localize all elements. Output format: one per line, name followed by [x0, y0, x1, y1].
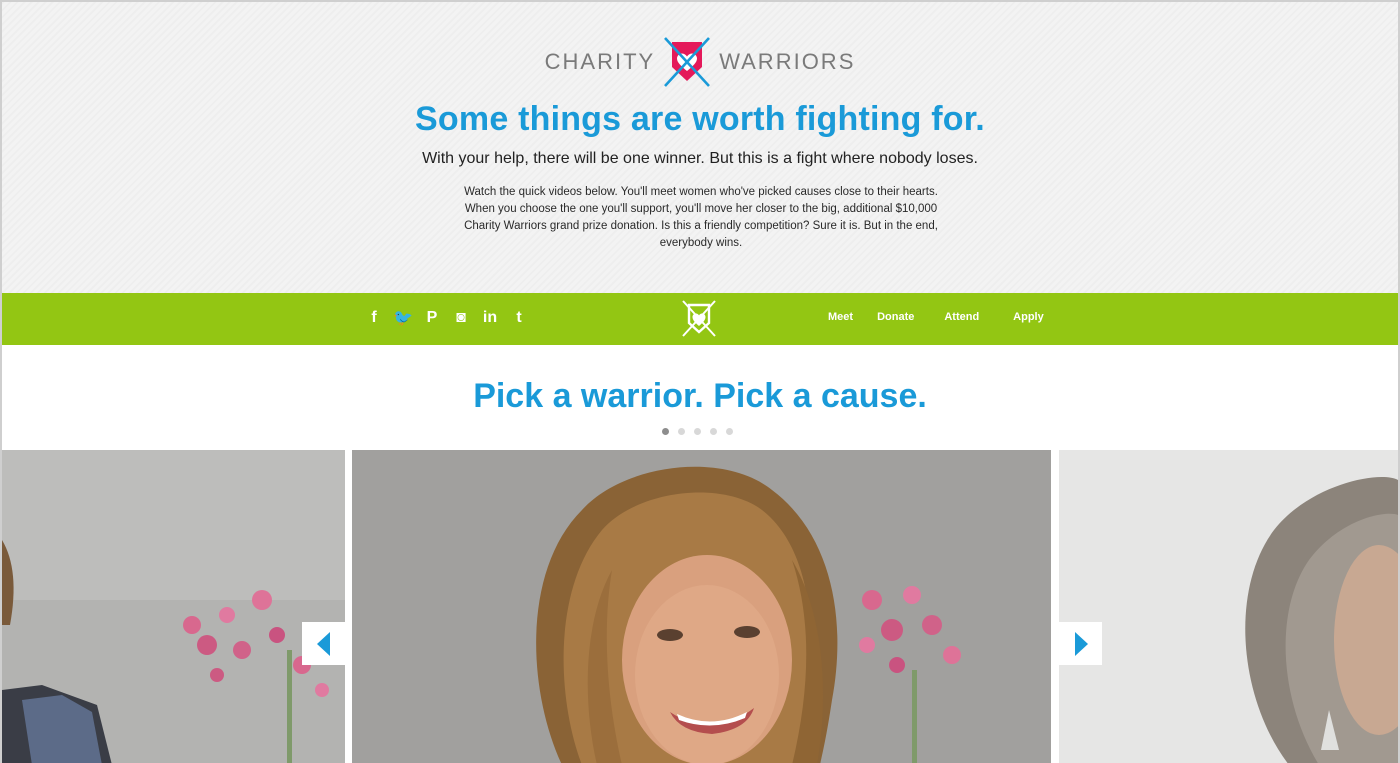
tumblr-icon[interactable]: t — [509, 307, 529, 329]
nav-link-donate[interactable]: Donate — [877, 311, 914, 323]
carousel-dot[interactable] — [710, 428, 717, 435]
main-navbar: f 🐦 P ◙ in t Meet Donate Attend Apply — [2, 293, 1398, 345]
page-frame: CHARITY WARRIORS Some things are worth f… — [0, 0, 1400, 763]
warrior-photo-current — [352, 450, 1051, 763]
chevron-left-icon — [316, 631, 330, 656]
hero-section: CHARITY WARRIORS Some things are worth f… — [2, 2, 1398, 293]
shield-heart-icon — [664, 37, 711, 87]
main-menu: Meet Donate Attend Apply — [828, 311, 1044, 323]
carousel-dot[interactable] — [726, 428, 733, 435]
twitter-icon[interactable]: 🐦 — [393, 307, 413, 329]
chevron-right-icon — [1074, 631, 1088, 656]
nav-link-attend[interactable]: Attend — [944, 311, 979, 323]
carousel-next-button[interactable] — [1059, 622, 1102, 665]
carousel-dot[interactable] — [694, 428, 701, 435]
carousel-dot[interactable] — [678, 428, 685, 435]
hero-subhead: With your help, there will be one winner… — [422, 150, 978, 167]
warrior-slide-previous[interactable] — [2, 450, 345, 763]
hero-headline: Some things are worth fighting for. — [415, 100, 985, 138]
warrior-photo-previous — [2, 450, 345, 763]
social-links: f 🐦 P ◙ in t — [364, 307, 529, 329]
logo-word-warriors: WARRIORS — [719, 49, 856, 74]
carousel-dot[interactable] — [662, 428, 669, 435]
logo-word-charity: CHARITY — [544, 49, 656, 74]
warrior-slide-next[interactable] — [1059, 450, 1398, 763]
linkedin-icon[interactable]: in — [480, 307, 500, 329]
shield-heart-white-icon[interactable] — [680, 299, 718, 339]
warrior-slide-current[interactable] — [352, 450, 1051, 763]
instagram-icon[interactable]: ◙ — [451, 307, 471, 329]
nav-link-apply[interactable]: Apply — [1013, 311, 1044, 323]
hero-intro-text: Watch the quick videos below. You'll mee… — [464, 186, 938, 249]
carousel-pagination — [662, 428, 733, 435]
carousel-prev-button[interactable] — [302, 622, 345, 665]
nav-link-meet[interactable]: Meet — [828, 311, 853, 323]
pinterest-icon[interactable]: P — [422, 307, 442, 329]
warrior-photo-next — [1059, 450, 1398, 763]
charity-warriors-logo[interactable]: CHARITY WARRIORS — [2, 36, 1398, 88]
facebook-icon[interactable]: f — [364, 307, 384, 329]
pick-warrior-title: Pick a warrior. Pick a cause. — [473, 377, 927, 415]
